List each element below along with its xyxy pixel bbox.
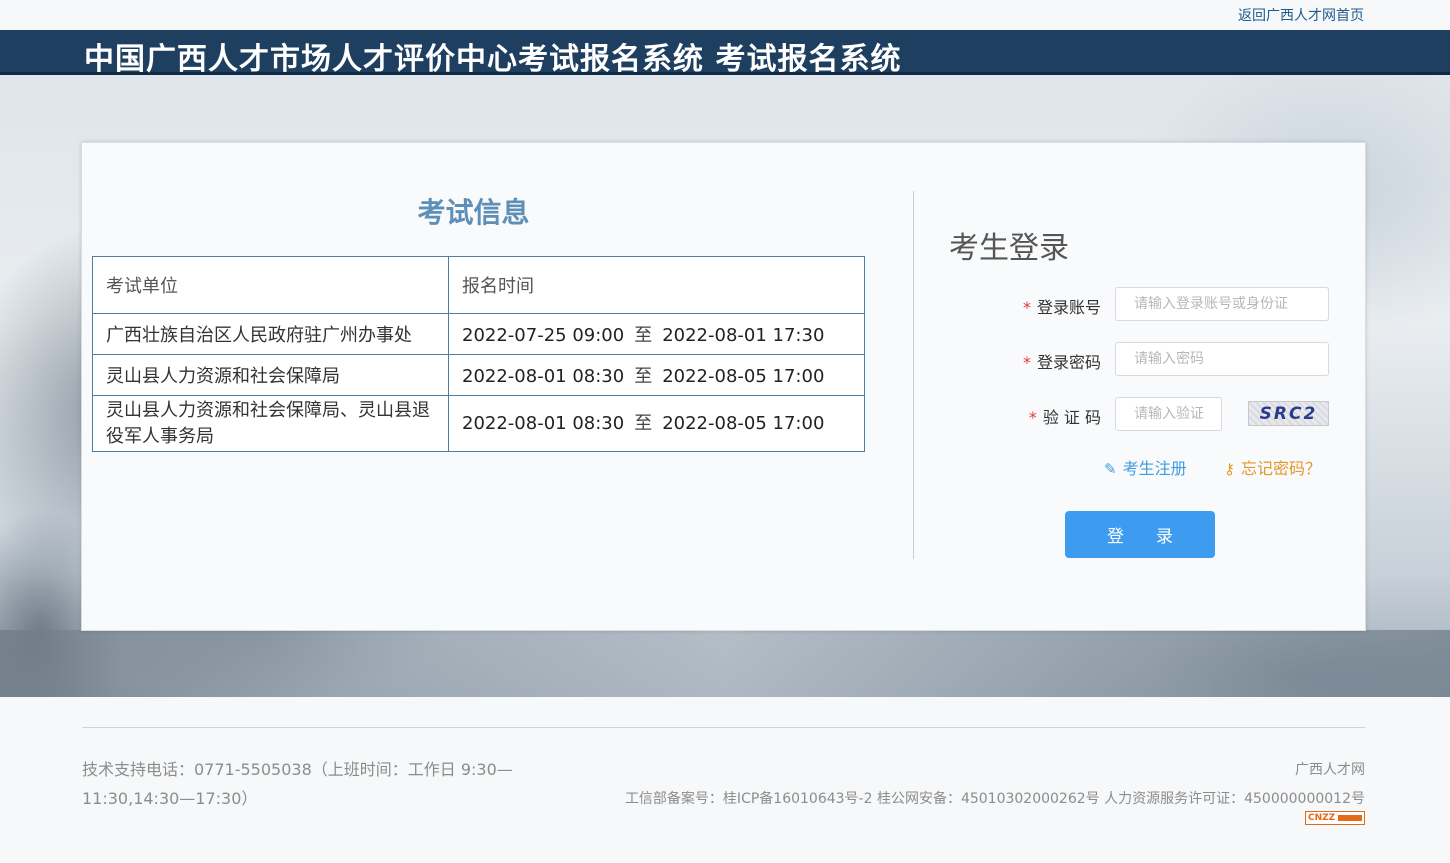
cnzz-label: CNZZ — [1308, 813, 1336, 823]
icp-info: 工信部备案号：桂ICP备16010643号-2 桂公网安备：4501030200… — [624, 791, 1365, 807]
cnzz-stat-badge[interactable]: CNZZ — [1305, 811, 1365, 825]
footer: 技术支持电话：0771-5505038（上班时间：工作日 9:30—11:30,… — [0, 697, 1450, 863]
captcha-label-text: 验 证 码 — [1042, 408, 1101, 427]
password-label: * 登录密码 — [1023, 349, 1101, 373]
required-mark: * — [1028, 408, 1037, 427]
cnzz-bar-icon — [1338, 815, 1362, 821]
key-icon: ⚷ — [1224, 460, 1235, 478]
captcha-label: * 验 证 码 — [1029, 404, 1101, 428]
time-end: 2022-08-01 17:30 — [662, 325, 825, 346]
required-mark: * — [1022, 298, 1031, 317]
background-shade — [0, 630, 1450, 697]
forgot-label: 忘记密码？ — [1241, 459, 1322, 478]
account-label: * 登录账号 — [1023, 294, 1101, 318]
footer-divider — [82, 727, 1365, 728]
header-bar: 中国广西人才市场人才评价中心考试报名系统 考试报名系统 — [0, 30, 1450, 77]
captcha-row: * 验 证 码 — [949, 397, 1101, 431]
page-title: 中国广西人才市场人才评价中心考试报名系统 考试报名系统 — [84, 42, 902, 77]
exam-unit[interactable]: 灵山县人力资源和社会保障局、灵山县退役军人事务局 — [92, 395, 449, 452]
account-row: * 登录账号 — [949, 287, 1101, 321]
exam-info-title: 考试信息 — [417, 196, 530, 229]
main-panel: 考试信息 考试单位 报名时间 广西壮族自治区人民政府驻广州办事处 2022-07… — [81, 142, 1366, 631]
site-name: 广西人才网 — [1295, 762, 1365, 778]
col-header-time: 报名时间 — [448, 256, 865, 314]
register-label: 考生注册 — [1122, 459, 1187, 478]
captcha-input[interactable] — [1115, 397, 1222, 431]
time-end: 2022-08-05 17:00 — [662, 412, 825, 434]
panel-divider — [913, 191, 914, 559]
account-label-text: 登录账号 — [1036, 298, 1101, 317]
forgot-password-link[interactable]: ⚷ 忘记密码？ — [1224, 455, 1321, 479]
table-row[interactable]: 灵山县人力资源和社会保障局 2022-08-01 08:30 至 2022-08-0… — [92, 354, 865, 396]
password-label-text: 登录密码 — [1036, 353, 1101, 372]
register-link[interactable]: ✎ 考生注册 — [1104, 455, 1187, 479]
time-start: 2022-08-01 08:30 — [462, 366, 625, 387]
exam-time: 2022-08-01 08:30 至 2022-08-05 17:00 — [448, 395, 865, 452]
pencil-icon: ✎ — [1104, 460, 1117, 478]
time-separator: 至 — [634, 366, 653, 387]
exam-unit[interactable]: 灵山县人力资源和社会保障局 — [92, 354, 449, 396]
account-input[interactable] — [1115, 287, 1329, 321]
support-contact: 技术支持电话：0771-5505038（上班时间：工作日 9:30—11:30,… — [82, 760, 513, 808]
time-end: 2022-08-05 17:00 — [662, 366, 825, 387]
time-separator: 至 — [634, 325, 653, 346]
exam-table-header: 考试单位 报名时间 — [92, 256, 865, 314]
time-separator: 至 — [634, 412, 653, 434]
exam-unit[interactable]: 广西壮族自治区人民政府驻广州办事处 — [92, 313, 449, 355]
required-mark: * — [1022, 353, 1031, 372]
password-row: * 登录密码 — [949, 342, 1101, 376]
captcha-image[interactable]: SRC2 — [1248, 401, 1329, 426]
time-start: 2022-08-01 08:30 — [462, 412, 625, 434]
top-bar: 返回广西人才网首页 — [0, 0, 1450, 30]
table-row[interactable]: 灵山县人力资源和社会保障局、灵山县退役军人事务局 2022-08-01 08:3… — [92, 395, 865, 452]
exam-time: 2022-08-01 08:30 至 2022-08-05 17:00 — [448, 354, 865, 396]
password-input[interactable] — [1115, 342, 1329, 376]
col-header-unit: 考试单位 — [92, 256, 449, 314]
exam-time: 2022-07-25 09:00 至 2022-08-01 17:30 — [448, 313, 865, 355]
login-button[interactable]: 登录 — [1065, 511, 1215, 558]
time-start: 2022-07-25 09:00 — [462, 325, 625, 346]
return-home-link[interactable]: 返回广西人才网首页 — [1238, 5, 1364, 25]
table-row[interactable]: 广西壮族自治区人民政府驻广州办事处 2022-07-25 09:00 至 2022-… — [92, 313, 865, 355]
login-title: 考生登录 — [949, 231, 1069, 266]
exam-table: 考试单位 报名时间 广西壮族自治区人民政府驻广州办事处 2022-07-25 0… — [92, 256, 865, 452]
